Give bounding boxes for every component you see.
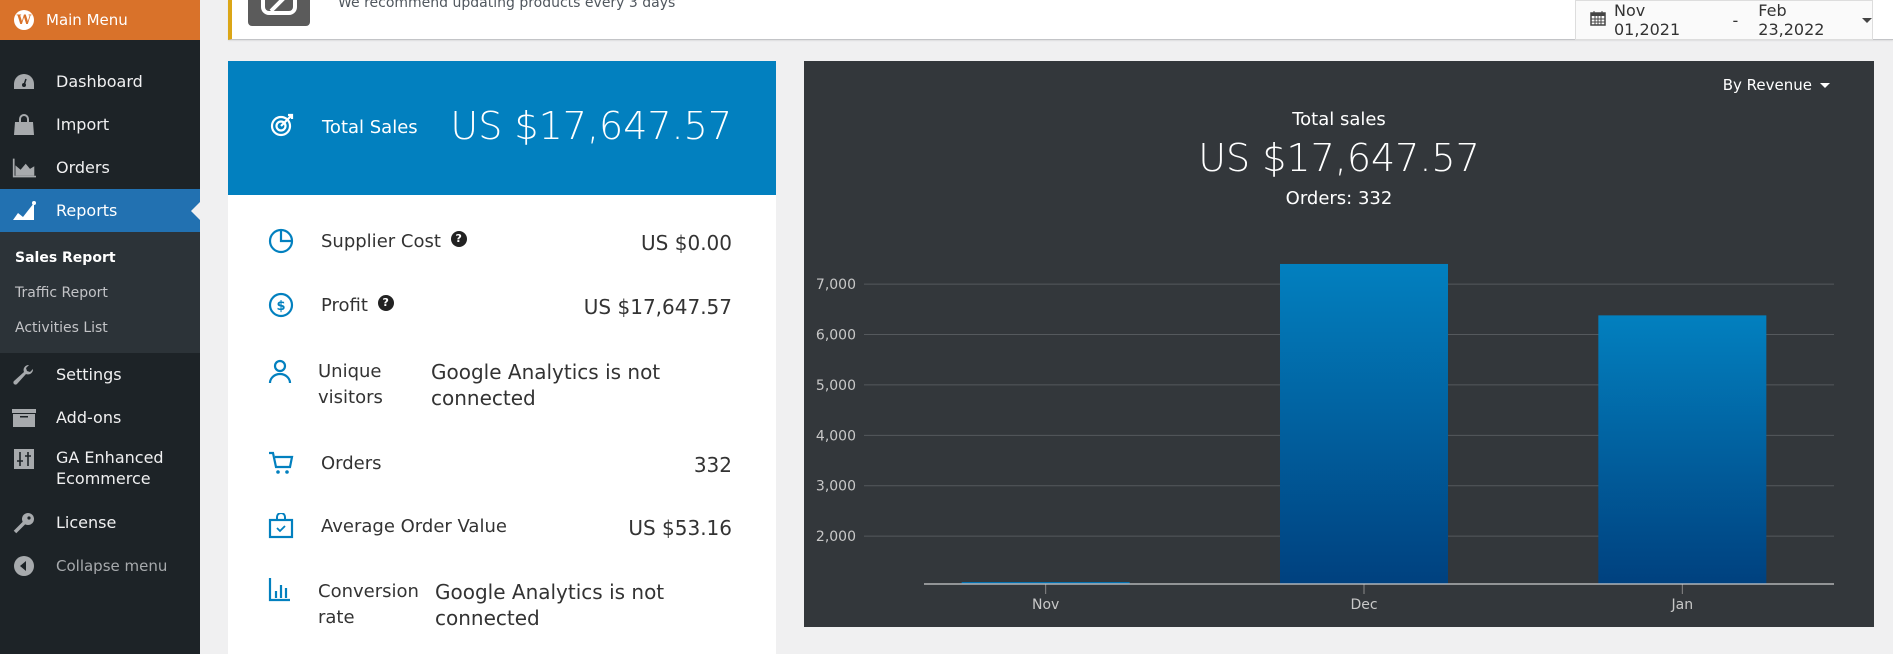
- wordpress-icon: W: [14, 10, 34, 30]
- chart-line-icon: [12, 199, 36, 223]
- user-icon: [268, 359, 292, 390]
- bar-chart-icon: [268, 576, 292, 607]
- average-order-value-label: Average Order Value: [321, 516, 507, 537]
- cart-icon: [268, 450, 294, 481]
- target-icon: [270, 112, 296, 142]
- calendar-icon: [1590, 10, 1606, 30]
- dashboard-icon: [12, 70, 36, 94]
- submenu-item-activities-list[interactable]: Activities List: [0, 310, 200, 345]
- orders-label: Orders: [321, 453, 382, 474]
- main-menu-header[interactable]: W Main Menu: [0, 0, 200, 40]
- x-tick-label: Nov: [1032, 597, 1059, 613]
- sliders-icon: [12, 447, 36, 471]
- date-range-picker[interactable]: Nov 01,2021 - Feb 23,2022: [1575, 0, 1873, 40]
- key-icon: [12, 511, 36, 535]
- plugin-logo-icon: [248, 0, 310, 26]
- sidebar-item-ga-enhanced-ecommerce[interactable]: GA Enhanced Ecommerce: [0, 439, 200, 501]
- sidebar-item-label: GA Enhanced Ecommerce: [56, 448, 164, 488]
- bar-dec: [1280, 263, 1448, 584]
- dollar-circle-icon: $: [268, 292, 294, 323]
- sidebar-item-label: Add-ons: [56, 408, 122, 427]
- x-tick-label: Dec: [1350, 597, 1377, 613]
- y-tick-label: 2,000: [816, 529, 856, 545]
- sidebar-item-dashboard[interactable]: Dashboard: [0, 60, 200, 103]
- unique-visitors-label: Unique visitors: [318, 361, 383, 408]
- sidebar-item-import[interactable]: Import: [0, 103, 200, 146]
- archive-icon: [12, 406, 36, 430]
- y-tick-label: 4,000: [816, 428, 856, 444]
- sidebar-item-label: License: [56, 513, 117, 532]
- sidebar-item-label: Settings: [56, 365, 122, 384]
- pie-chart-icon: [268, 228, 294, 259]
- supplier-cost-value: US $0.00: [641, 231, 732, 255]
- date-start: Nov 01,2021: [1614, 1, 1681, 39]
- sidebar-item-add-ons[interactable]: Add-ons: [0, 396, 200, 439]
- wrench-icon: [12, 363, 36, 387]
- area-chart-icon: [12, 156, 36, 180]
- sidebar-item-label: Import: [56, 115, 110, 134]
- sidebar-item-label: Dashboard: [56, 72, 143, 91]
- sales-summary-card: Total Sales US $17,647.57 Supplier Cost …: [228, 61, 776, 654]
- bar-jan: [1598, 315, 1767, 584]
- sidebar-item-settings[interactable]: Settings: [0, 353, 200, 396]
- shopping-bag-check-icon: [268, 512, 294, 544]
- submenu-item-traffic-report[interactable]: Traffic Report: [0, 275, 200, 310]
- help-icon[interactable]: ?: [377, 295, 394, 311]
- collapse-menu-button[interactable]: Collapse menu: [0, 544, 200, 587]
- x-tick-label: Jan: [1671, 597, 1694, 613]
- sidebar-item-license[interactable]: License: [0, 501, 200, 544]
- shopping-bag-icon: [12, 113, 36, 137]
- collapse-icon: [12, 554, 36, 578]
- conversion-rate-value: Google Analytics is not connected: [435, 580, 665, 630]
- help-icon[interactable]: ?: [450, 231, 467, 247]
- y-tick-label: 6,000: [816, 328, 856, 344]
- submenu-item-sales-report[interactable]: Sales Report: [0, 240, 200, 275]
- profit-label: Profit ?: [321, 295, 394, 316]
- admin-sidebar: W Main Menu Dashboard Import Orders Repo…: [0, 0, 200, 654]
- y-tick-label: 7,000: [816, 277, 856, 293]
- chevron-down-icon: [1862, 17, 1872, 23]
- sidebar-item-label: Orders: [56, 158, 110, 177]
- sidebar-item-label: Reports: [56, 201, 118, 220]
- y-tick-label: 5,000: [816, 378, 856, 394]
- conversion-rate-label: Conversion rate: [318, 581, 419, 628]
- supplier-cost-label: Supplier Cost ?: [321, 231, 467, 252]
- sidebar-item-reports[interactable]: Reports: [0, 189, 200, 232]
- sales-chart-card: By Revenue Total sales US $17,647.57 Ord…: [804, 61, 1874, 627]
- total-sales-header: Total Sales US $17,647.57: [228, 61, 776, 195]
- total-sales-value: US $17,647.57: [450, 104, 732, 148]
- y-tick-label: 3,000: [816, 479, 856, 495]
- notice-text: We recommend updating products every 3 d…: [338, 0, 676, 11]
- main-menu-label: Main Menu: [46, 11, 128, 29]
- sales-bar-chart: 2,000 3,000 4,000 5,000 6,000 7,000 Nov Dec Jan: [816, 263, 1834, 613]
- date-separator: -: [1732, 10, 1739, 30]
- unique-visitors-value: Google Analytics is not connected: [431, 360, 661, 410]
- average-order-value-value: US $53.16: [628, 516, 732, 540]
- reports-submenu: Sales Report Traffic Report Activities L…: [0, 232, 200, 353]
- svg-text:$: $: [276, 299, 285, 314]
- total-sales-label: Total Sales: [322, 117, 418, 138]
- sidebar-item-label: Collapse menu: [56, 556, 168, 575]
- orders-value: 332: [693, 453, 732, 477]
- date-end: Feb 23,2022: [1758, 1, 1825, 39]
- profit-value: US $17,647.57: [583, 295, 732, 319]
- sidebar-item-orders[interactable]: Orders: [0, 146, 200, 189]
